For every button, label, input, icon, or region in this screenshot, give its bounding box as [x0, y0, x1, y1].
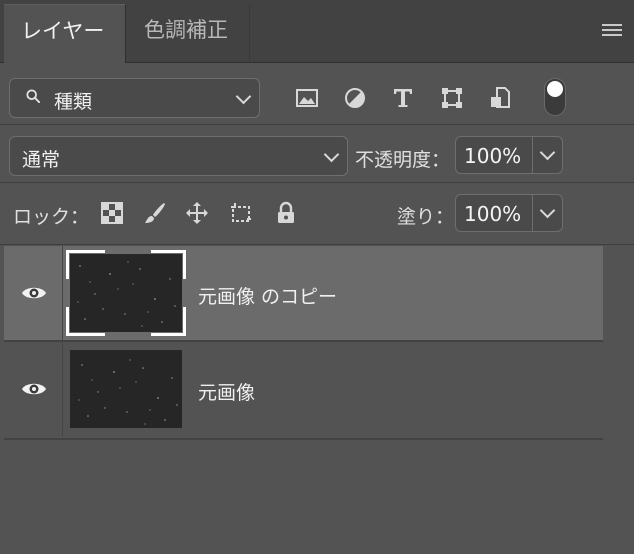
layer-thumbnail[interactable]	[70, 350, 182, 428]
starfield-image	[78, 359, 178, 425]
divider	[0, 244, 634, 245]
layer-row-copy[interactable]: 元画像 のコピー	[4, 246, 603, 340]
selection-corner	[151, 250, 186, 279]
chevron-down-icon	[323, 146, 340, 163]
layers-panel: レイヤー 色調補正 種類 通常 不透明度： 100% ロック： 塗り： 100%…	[0, 0, 634, 554]
layer-row-original[interactable]: 元画像	[4, 342, 603, 436]
opacity-field[interactable]: 100%	[455, 136, 533, 174]
tab-bar: レイヤー 色調補正	[0, 0, 634, 63]
selection-corner	[151, 307, 186, 336]
eye-icon[interactable]	[21, 380, 47, 398]
opacity-label: 不透明度：	[355, 149, 451, 171]
divider	[0, 182, 634, 183]
visibility-column	[4, 342, 63, 436]
lock-transparent-pixels-icon[interactable]	[100, 201, 124, 225]
fill-field[interactable]: 100%	[455, 194, 533, 232]
fill-value: 100%	[464, 202, 522, 226]
adjustment-filter-icon[interactable]	[343, 86, 367, 110]
type-filter-icon[interactable]	[391, 86, 415, 110]
filter-kind-label: 種類	[54, 91, 93, 113]
chevron-down-icon	[539, 202, 556, 219]
filter-kind-dropdown[interactable]: 種類	[9, 78, 260, 118]
opacity-value: 100%	[464, 144, 522, 168]
selection-corner	[66, 307, 105, 336]
search-icon	[26, 89, 40, 103]
lock-image-pixels-icon[interactable]	[143, 201, 167, 225]
shape-filter-icon[interactable]	[440, 86, 464, 110]
lock-position-icon[interactable]	[185, 201, 209, 225]
image-filter-icon[interactable]	[295, 86, 319, 110]
chevron-down-icon	[539, 144, 556, 161]
smart-object-filter-icon[interactable]	[488, 86, 512, 110]
layer-list: 元画像 のコピー 元画像	[4, 246, 603, 438]
fill-label: 塗り：	[397, 206, 455, 228]
lock-artboard-icon[interactable]	[229, 201, 253, 225]
divider	[4, 438, 603, 440]
opacity-slider-button[interactable]	[533, 136, 563, 174]
layer-name[interactable]: 元画像 のコピー	[198, 282, 337, 309]
tab-adjustments[interactable]: 色調補正	[127, 4, 250, 62]
layer-name[interactable]: 元画像	[198, 378, 255, 405]
panel-menu-icon[interactable]	[602, 24, 622, 38]
blend-mode-value: 通常	[22, 149, 61, 171]
tab-layers[interactable]: レイヤー	[4, 4, 126, 63]
lock-all-icon[interactable]	[274, 201, 298, 225]
eye-icon[interactable]	[21, 284, 47, 302]
layer-thumbnail[interactable]	[66, 250, 186, 336]
divider	[0, 124, 634, 125]
selection-corner	[66, 250, 105, 279]
blend-mode-dropdown[interactable]: 通常	[9, 136, 348, 176]
filter-toggle-switch[interactable]	[544, 78, 566, 116]
fill-slider-button[interactable]	[533, 194, 563, 232]
visibility-column	[4, 246, 63, 340]
lock-label: ロック：	[13, 206, 90, 228]
chevron-down-icon	[235, 88, 252, 105]
